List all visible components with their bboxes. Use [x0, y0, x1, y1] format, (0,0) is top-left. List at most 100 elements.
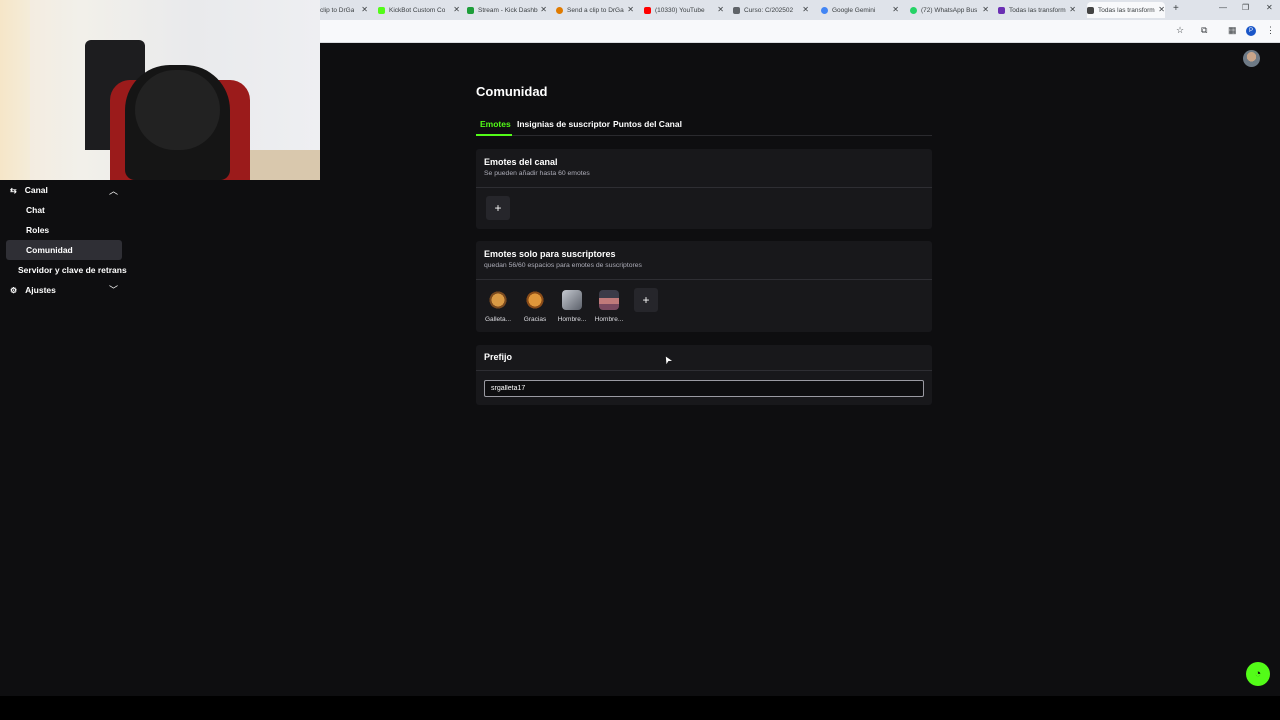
menu-icon[interactable]: ⋮ — [1266, 25, 1275, 36]
chat-bubble-icon: ◔ — [1254, 668, 1262, 680]
tab-label: Stream - Kick Dashb — [478, 6, 538, 14]
browser-tab-active[interactable]: Todas las transform ✕ — [1087, 2, 1165, 18]
card-divider — [476, 370, 932, 371]
split-view-icon[interactable]: ▦ — [1228, 25, 1237, 36]
gear-icon: ⚙ — [10, 285, 18, 295]
sidebar-item-label: Servidor y clave de retrans — [18, 265, 127, 275]
help-chat-button[interactable]: ◔ — [1246, 662, 1270, 686]
prefix-input[interactable] — [484, 380, 924, 397]
tab-favicon-icon — [998, 6, 1005, 14]
active-tab-indicator — [476, 134, 512, 136]
sidebar-item-comunidad[interactable]: Comunidad — [6, 240, 122, 260]
tab-emotes[interactable]: Emotes — [480, 119, 511, 129]
tab-label: KickBot Custom Co — [389, 6, 446, 14]
sidebar-item-label: Chat — [26, 205, 45, 215]
tab-favicon-icon — [378, 6, 385, 14]
close-icon[interactable]: ✕ — [892, 5, 899, 14]
tab-favicon-icon — [556, 6, 563, 14]
add-emote-button[interactable]: + — [486, 196, 510, 220]
tab-label: Send a clip to DrGa — [567, 6, 624, 14]
emote-name: Gracias — [523, 316, 547, 323]
emote-name: Hombre... — [557, 316, 587, 323]
profile-button[interactable]: P — [1246, 26, 1256, 36]
webcam-head — [135, 70, 220, 150]
sidebar-item-servidor[interactable]: Servidor y clave de retrans — [18, 260, 127, 280]
minimize-icon[interactable]: — — [1219, 3, 1227, 12]
chevron-up-icon[interactable]: ︿ — [109, 184, 118, 197]
close-window-icon[interactable]: ✕ — [1266, 3, 1273, 12]
restore-icon[interactable]: ❐ — [1242, 3, 1249, 12]
tab-label: (72) WhatsApp Bus — [921, 6, 978, 14]
browser-tab[interactable]: (10330) YouTube ✕ — [644, 2, 724, 18]
emote-item[interactable]: Gracias — [517, 290, 553, 323]
sidebar-item-label: Ajustes — [25, 285, 56, 295]
tab-label: (10330) YouTube — [655, 6, 705, 14]
emote-item[interactable]: Galleta... — [480, 290, 516, 323]
browser-tab[interactable]: KickBot Custom Co ✕ — [378, 2, 460, 18]
emote-item[interactable]: Hombre... — [554, 290, 590, 323]
sidebar-item-canal[interactable]: ⇆ Canal — [6, 180, 122, 200]
emote-image — [525, 290, 545, 310]
page-title: Comunidad — [476, 84, 548, 99]
add-sub-emote-button[interactable]: + — [634, 288, 658, 312]
channel-emotes-card: Emotes del canal Se pueden añadir hasta … — [476, 149, 932, 229]
card-title: Prefijo — [484, 352, 513, 362]
tabs-divider — [476, 135, 932, 136]
emote-image — [562, 290, 582, 310]
close-icon[interactable]: ✕ — [453, 5, 460, 14]
tab-favicon-icon — [1087, 6, 1094, 14]
card-title: Emotes solo para suscriptores — [484, 249, 616, 259]
tab-favicon-icon — [733, 6, 740, 14]
close-icon[interactable]: ✕ — [540, 5, 547, 14]
browser-tab[interactable]: (72) WhatsApp Bus ✕ — [910, 2, 989, 18]
avatar[interactable] — [1243, 50, 1260, 67]
close-icon[interactable]: ✕ — [802, 5, 809, 14]
whatsapp-icon — [910, 6, 917, 14]
card-divider — [476, 279, 932, 280]
tab-label: Curso: C/202502 — [744, 6, 794, 14]
close-icon[interactable]: ✕ — [1158, 5, 1165, 14]
browser-tab[interactable]: clip to DrGa ✕ — [320, 2, 368, 18]
emote-image — [488, 290, 508, 310]
tab-label: clip to DrGa — [320, 6, 355, 14]
channel-icon: ⇆ — [10, 185, 17, 195]
bottom-bar — [0, 696, 1280, 720]
emote-item[interactable]: Hombre... — [591, 290, 627, 323]
sidebar-item-ajustes[interactable]: ⚙ Ajustes — [6, 280, 122, 300]
browser-tab[interactable]: Curso: C/202502 ✕ — [733, 2, 809, 18]
chevron-down-icon[interactable]: ﹀ — [109, 283, 118, 296]
gemini-icon — [821, 6, 828, 14]
browser-tab[interactable]: Send a clip to DrGa ✕ — [556, 2, 634, 18]
tab-insignias[interactable]: Insignias de suscriptor — [517, 119, 610, 129]
new-tab-button[interactable]: + — [1173, 3, 1179, 14]
tab-label: Google Gemini — [832, 6, 876, 14]
bookmark-star-icon[interactable]: ☆ — [1176, 25, 1184, 36]
card-subtitle: Se pueden añadir hasta 60 emotes — [484, 170, 590, 177]
close-icon[interactable]: ✕ — [627, 5, 634, 14]
card-title: Emotes del canal — [484, 157, 558, 167]
card-divider — [476, 187, 932, 188]
emote-name: Galleta... — [484, 316, 511, 323]
card-subtitle: quedan 56/60 espacios para emotes de sus… — [484, 262, 642, 269]
tab-label: Todas las transform — [1098, 6, 1155, 14]
tab-label: Todas las transform — [1009, 6, 1066, 14]
emote-name: Hombre... — [594, 316, 624, 323]
browser-tab[interactable]: Stream - Kick Dashb ✕ — [467, 2, 547, 18]
sidebar-item-chat[interactable]: Chat — [26, 200, 45, 220]
close-icon[interactable]: ✕ — [717, 5, 724, 14]
sidebar-item-label: Roles — [26, 225, 50, 235]
youtube-icon — [644, 6, 651, 14]
close-icon[interactable]: ✕ — [361, 5, 368, 14]
sidebar-item-label: Canal — [24, 185, 48, 195]
sidebar-item-label: Comunidad — [26, 245, 73, 255]
webcam-curtain — [0, 0, 30, 180]
extensions-icon[interactable]: ⧉ — [1201, 25, 1207, 36]
browser-tab[interactable]: Google Gemini ✕ — [821, 2, 899, 18]
close-icon[interactable]: ✕ — [1069, 5, 1076, 14]
close-icon[interactable]: ✕ — [982, 5, 989, 14]
tab-favicon-icon — [467, 6, 474, 14]
browser-tab[interactable]: Todas las transform ✕ — [998, 2, 1076, 18]
tab-puntos[interactable]: Puntos del Canal — [613, 119, 682, 129]
sidebar-item-roles[interactable]: Roles — [26, 220, 49, 240]
webcam-overlay — [0, 0, 320, 180]
